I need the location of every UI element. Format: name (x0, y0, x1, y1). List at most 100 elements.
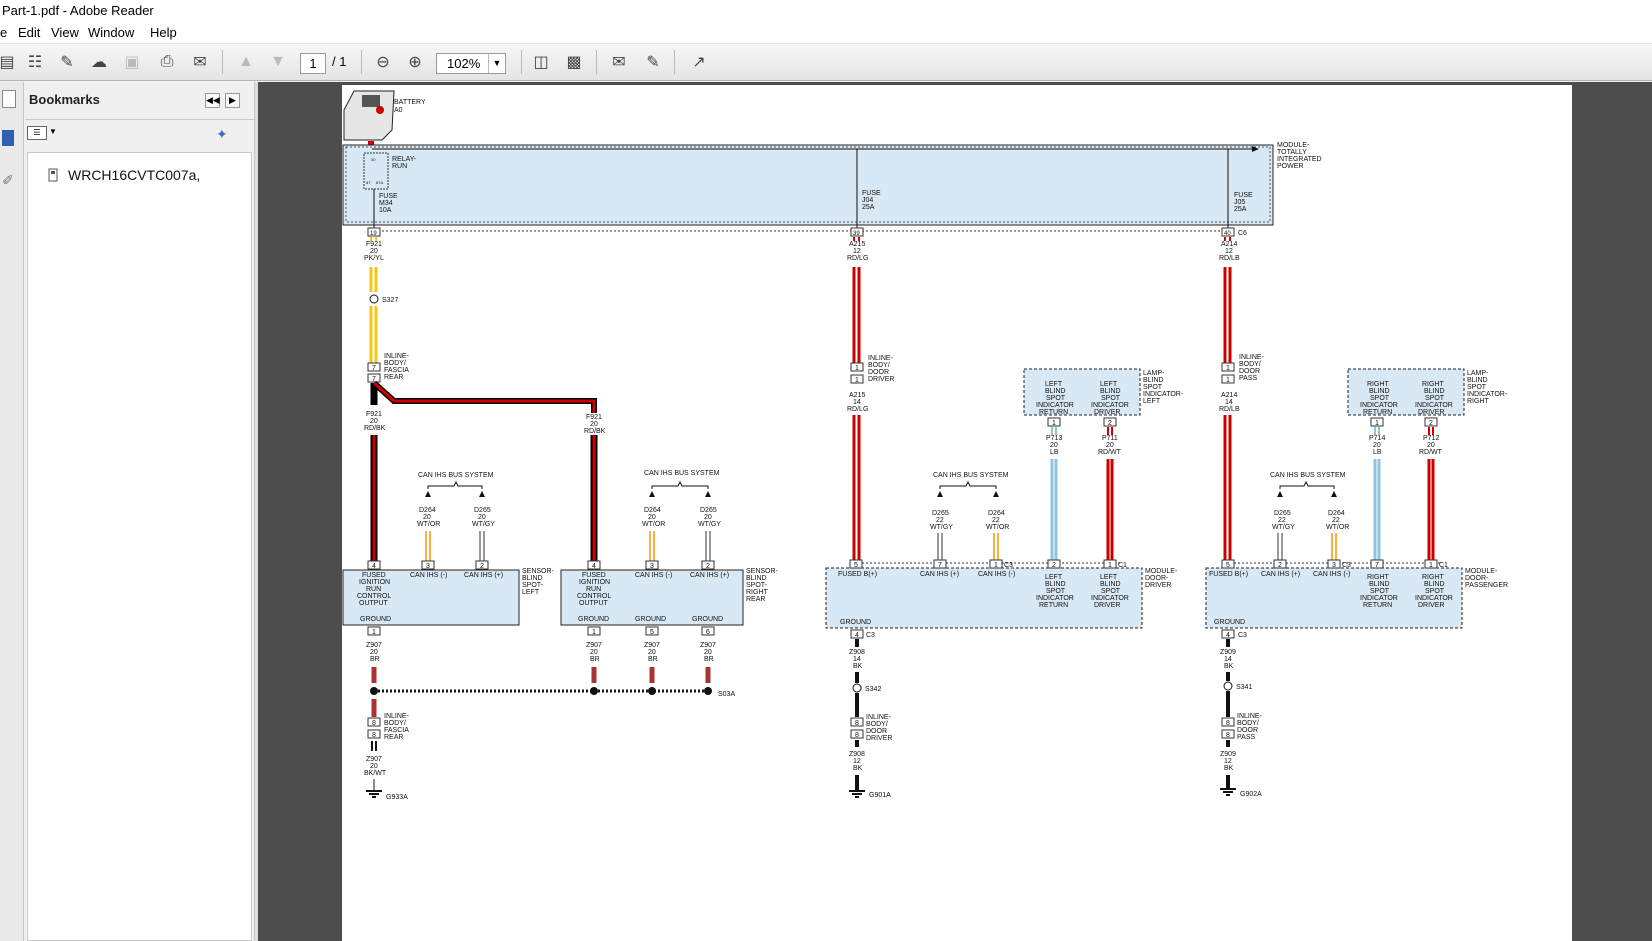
svg-text:FUSE: FUSE (1234, 192, 1253, 199)
svg-text:SPOT: SPOT (1370, 588, 1390, 595)
collapse-panel-icon[interactable]: ◀◀ (205, 93, 220, 108)
menu-view[interactable]: View (51, 22, 79, 44)
svg-text:CAN IHS (-): CAN IHS (-) (978, 571, 1015, 578)
svg-text:22: 22 (992, 517, 1000, 524)
svg-text:BLIND: BLIND (1100, 388, 1121, 395)
svg-text:C3: C3 (866, 632, 875, 639)
svg-text:FASCIA: FASCIA (384, 727, 409, 734)
svg-text:LEFT: LEFT (1143, 398, 1161, 405)
svg-text:SPOT-: SPOT- (522, 582, 544, 589)
svg-text:OUTPUT: OUTPUT (359, 600, 389, 607)
svg-text:1: 1 (855, 365, 859, 372)
svg-text:1: 1 (1108, 562, 1112, 569)
svg-text:8: 8 (855, 732, 859, 739)
svg-text:RETURN: RETURN (1039, 409, 1068, 416)
svg-text:D264: D264 (419, 507, 436, 514)
svg-text:GROUND: GROUND (692, 616, 723, 623)
svg-text:1: 1 (592, 629, 596, 636)
svg-text:PASS: PASS (1239, 375, 1257, 382)
svg-text:20: 20 (704, 649, 712, 656)
svg-text:C6: C6 (1238, 230, 1247, 237)
svg-text:7: 7 (372, 365, 376, 372)
print-icon[interactable]: ⎙ (154, 50, 180, 74)
svg-text:INDICATOR: INDICATOR (1036, 595, 1074, 602)
svg-text:1: 1 (1375, 420, 1379, 427)
svg-text:20: 20 (648, 514, 656, 521)
svg-text:FUSED B(+): FUSED B(+) (838, 571, 877, 578)
svg-text:C3: C3 (1238, 632, 1247, 639)
svg-text:GROUND: GROUND (840, 619, 871, 626)
svg-text:DOOR: DOOR (866, 728, 887, 735)
svg-text:INDICATOR: INDICATOR (1415, 595, 1453, 602)
svg-text:CONTROL: CONTROL (577, 593, 611, 600)
save-icon[interactable]: ▣ (119, 50, 145, 74)
battery-id: A0 (394, 107, 403, 114)
svg-text:CAN IHS BUS SYSTEM: CAN IHS BUS SYSTEM (933, 472, 1009, 479)
page-up-icon[interactable]: ▲ (233, 50, 259, 74)
svg-text:BR: BR (704, 656, 714, 663)
svg-text:LAMP-: LAMP- (1467, 370, 1489, 377)
comment-icon[interactable]: ✉ (606, 50, 632, 74)
splice-s327 (369, 294, 379, 304)
pages-icon[interactable] (2, 90, 16, 108)
svg-text:LAMP-: LAMP- (1143, 370, 1165, 377)
svg-text:F921: F921 (586, 414, 602, 421)
edit-icon[interactable]: ✎ (54, 50, 80, 74)
options-dropdown-icon[interactable]: ▼ (49, 127, 57, 136)
zoom-dropdown-icon[interactable]: ▼ (488, 54, 505, 73)
bookmarks-tools: ☰ ▼ ✦ (25, 121, 254, 151)
email-icon[interactable]: ✉ (187, 50, 213, 74)
bookmark-tab-icon[interactable] (2, 130, 14, 146)
svg-text:1: 1 (1429, 562, 1433, 569)
svg-text:2: 2 (1429, 420, 1433, 427)
options-menu-icon[interactable]: ☰ (27, 126, 47, 140)
svg-text:1: 1 (1226, 377, 1230, 384)
svg-text:87A: 87A (376, 180, 383, 185)
svg-text:F921: F921 (366, 241, 382, 248)
export-icon[interactable]: ☷ (22, 50, 48, 74)
svg-text:RIGHT: RIGHT (1422, 381, 1445, 388)
svg-text:FUSED: FUSED (362, 572, 386, 579)
svg-text:CONTROL: CONTROL (357, 593, 391, 600)
attachment-icon[interactable]: ✐ (2, 172, 14, 189)
svg-text:MODULE-: MODULE- (1145, 568, 1178, 575)
svg-text:INDICATOR-: INDICATOR- (1143, 391, 1184, 398)
expand-panel-icon[interactable]: ▶ (225, 93, 240, 108)
fit-width-icon[interactable]: ▩ (561, 50, 587, 74)
fullscreen-icon[interactable]: ↗ (686, 50, 712, 74)
bookmarks-header: Bookmarks ◀◀ ▶ (25, 82, 254, 120)
svg-text:C3: C3 (1004, 562, 1013, 569)
svg-text:22: 22 (1278, 517, 1286, 524)
svg-text:BK: BK (1224, 663, 1234, 670)
svg-text:Z907: Z907 (700, 642, 716, 649)
sign-icon[interactable]: ✎ (640, 50, 666, 74)
fit-page-icon[interactable]: ◫ (528, 50, 554, 74)
svg-text:SPOT: SPOT (1425, 395, 1445, 402)
svg-text:REAR: REAR (746, 596, 765, 603)
bookmarks-panel: Bookmarks ◀◀ ▶ ☰ ▼ ✦ WRCH16CVTC007a, (25, 82, 254, 941)
menu-help[interactable]: Help (150, 22, 177, 44)
svg-text:P712: P712 (1423, 435, 1439, 442)
menu-file[interactable]: e (0, 22, 7, 44)
bookmark-item[interactable]: WRCH16CVTC007a, (48, 167, 200, 183)
create-pdf-icon[interactable]: ▤ (0, 50, 20, 74)
svg-text:14: 14 (853, 656, 861, 663)
new-bookmark-icon[interactable]: ✦ (216, 126, 228, 143)
svg-text:SPOT: SPOT (1467, 384, 1487, 391)
svg-text:2: 2 (1108, 420, 1112, 427)
svg-text:P713: P713 (1046, 435, 1062, 442)
svg-text:SPOT: SPOT (1046, 395, 1066, 402)
svg-text:CAN IHS (+): CAN IHS (+) (1261, 571, 1300, 578)
svg-text:20: 20 (1427, 442, 1435, 449)
svg-text:RD/WT: RD/WT (1098, 449, 1122, 456)
zoom-in-icon[interactable]: ⊕ (402, 50, 428, 74)
upload-icon[interactable]: ☁ (86, 50, 112, 74)
svg-text:CAN IHS (+): CAN IHS (+) (690, 572, 729, 579)
menu-edit[interactable]: Edit (18, 22, 40, 44)
zoom-out-icon[interactable]: ⊖ (370, 50, 396, 74)
page-down-icon[interactable]: ▼ (265, 50, 291, 74)
svg-text:1: 1 (1226, 365, 1230, 372)
menu-window[interactable]: Window (88, 22, 134, 44)
page-number-input[interactable]: 1 (300, 53, 326, 74)
svg-text:6: 6 (706, 629, 710, 636)
